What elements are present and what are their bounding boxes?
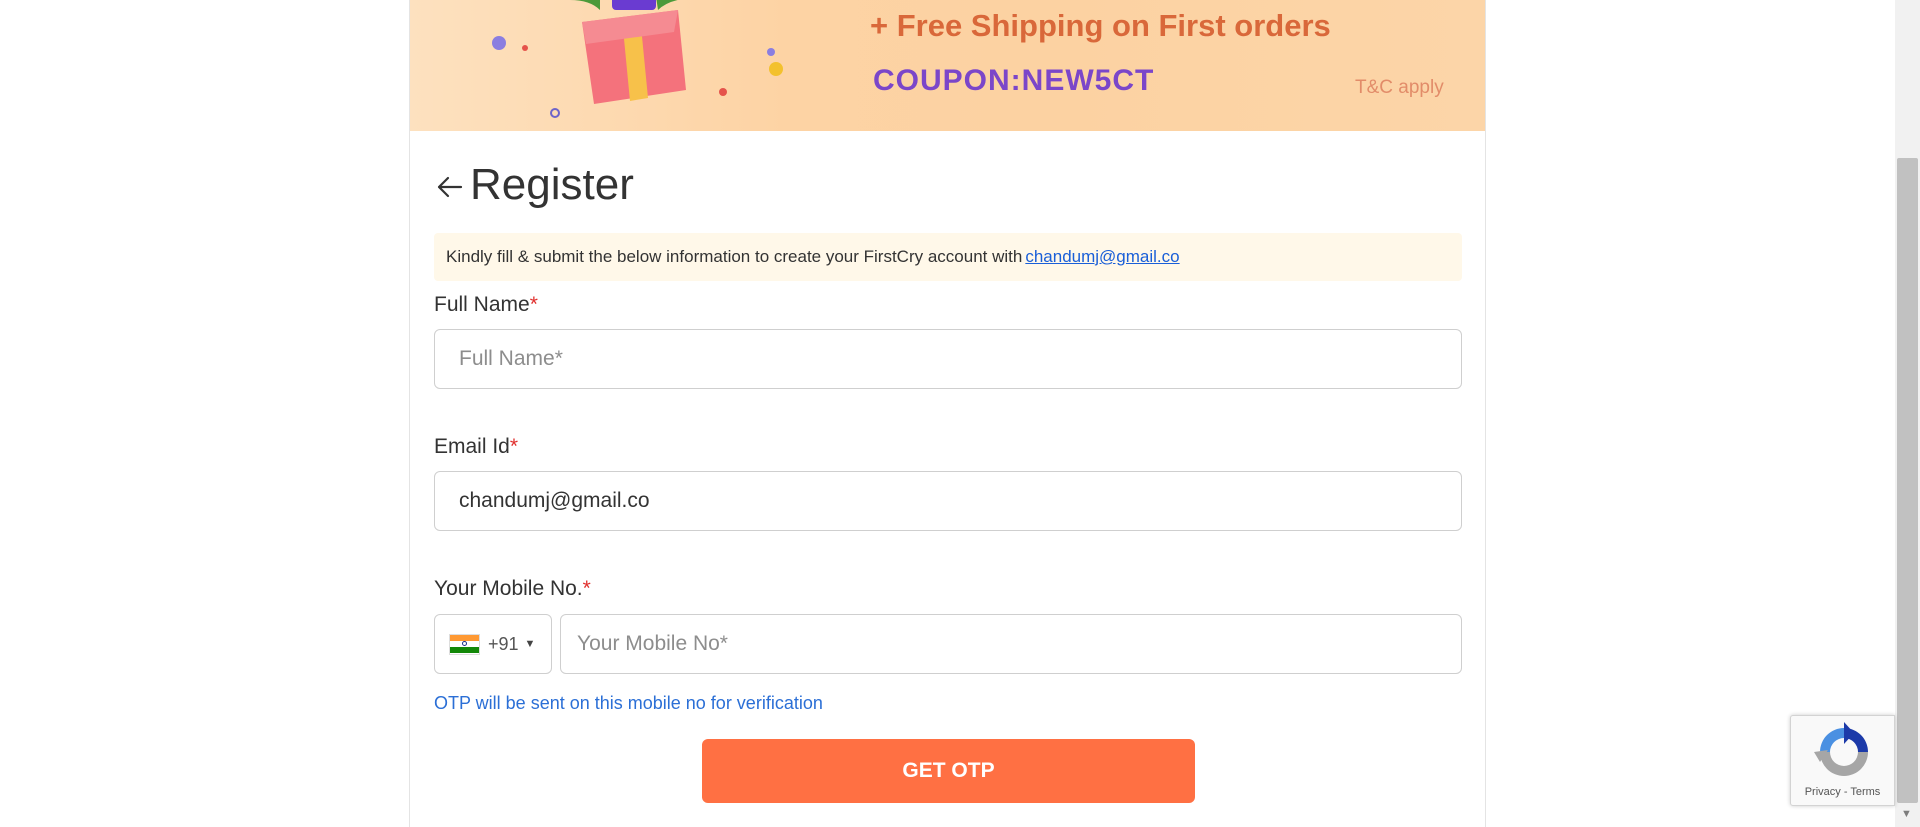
promo-banner[interactable]: % + Free Shipping on First orders COUPON… — [410, 0, 1485, 131]
india-flag-icon — [449, 633, 480, 655]
info-email-link[interactable]: chandumj@gmail.co — [1025, 247, 1179, 267]
otp-note: OTP will be sent on this mobile no for v… — [434, 693, 823, 713]
mobile-label-text: Your Mobile No. — [434, 577, 583, 600]
recaptcha-terms-link[interactable]: Terms — [1850, 786, 1880, 798]
caret-down-icon: ▼ — [524, 638, 536, 650]
page-title: Register — [470, 160, 634, 209]
scroll-down-arrow-icon[interactable]: ▼ — [1901, 808, 1912, 820]
confetti-dot — [719, 88, 727, 96]
confetti-dot — [522, 45, 528, 51]
recaptcha-badge[interactable]: Privacy - Terms — [1790, 715, 1895, 806]
email-input[interactable] — [434, 471, 1462, 531]
get-otp-button[interactable]: GET OTP — [702, 739, 1195, 803]
info-text: Kindly fill & submit the below informati… — [446, 247, 1023, 266]
required-mark: * — [582, 577, 591, 600]
register-page: % + Free Shipping on First orders COUPON… — [409, 0, 1486, 827]
terms-conditions-note: T&C apply — [1355, 77, 1444, 98]
full-name-label-text: Full Name — [434, 293, 530, 316]
country-code-select[interactable]: +91 ▼ — [434, 614, 552, 674]
recaptcha-links: Privacy - Terms — [1791, 786, 1894, 798]
gift-percent: % — [625, 0, 643, 3]
confetti-dot — [767, 48, 775, 56]
confetti-dot — [769, 62, 783, 76]
coupon-code: COUPON:NEW5CT — [873, 64, 1155, 97]
page-scrollbar[interactable]: ▼ — [1895, 0, 1920, 827]
recaptcha-icon — [1814, 722, 1868, 776]
recaptcha-privacy-link[interactable]: Privacy — [1805, 786, 1841, 798]
gift-box-icon: % — [570, 0, 686, 104]
confetti-dot — [492, 36, 506, 50]
email-label: Email Id* — [434, 435, 518, 459]
full-name-input[interactable] — [434, 329, 1462, 389]
required-mark: * — [509, 435, 519, 458]
confetti-dot — [550, 108, 560, 118]
required-mark: * — [529, 293, 538, 316]
banner-headline: + Free Shipping on First orders — [870, 8, 1331, 43]
mobile-input[interactable] — [560, 614, 1462, 674]
dial-code: +91 — [488, 633, 519, 654]
mobile-label: Your Mobile No.* — [434, 577, 591, 601]
full-name-label: Full Name* — [434, 293, 538, 317]
email-label-text: Email Id — [434, 435, 510, 458]
back-arrow-icon[interactable] — [434, 172, 464, 202]
account-info-notice: Kindly fill & submit the below informati… — [434, 233, 1462, 281]
recaptcha-separator: - — [1840, 786, 1851, 798]
scroll-thumb[interactable] — [1897, 158, 1918, 803]
